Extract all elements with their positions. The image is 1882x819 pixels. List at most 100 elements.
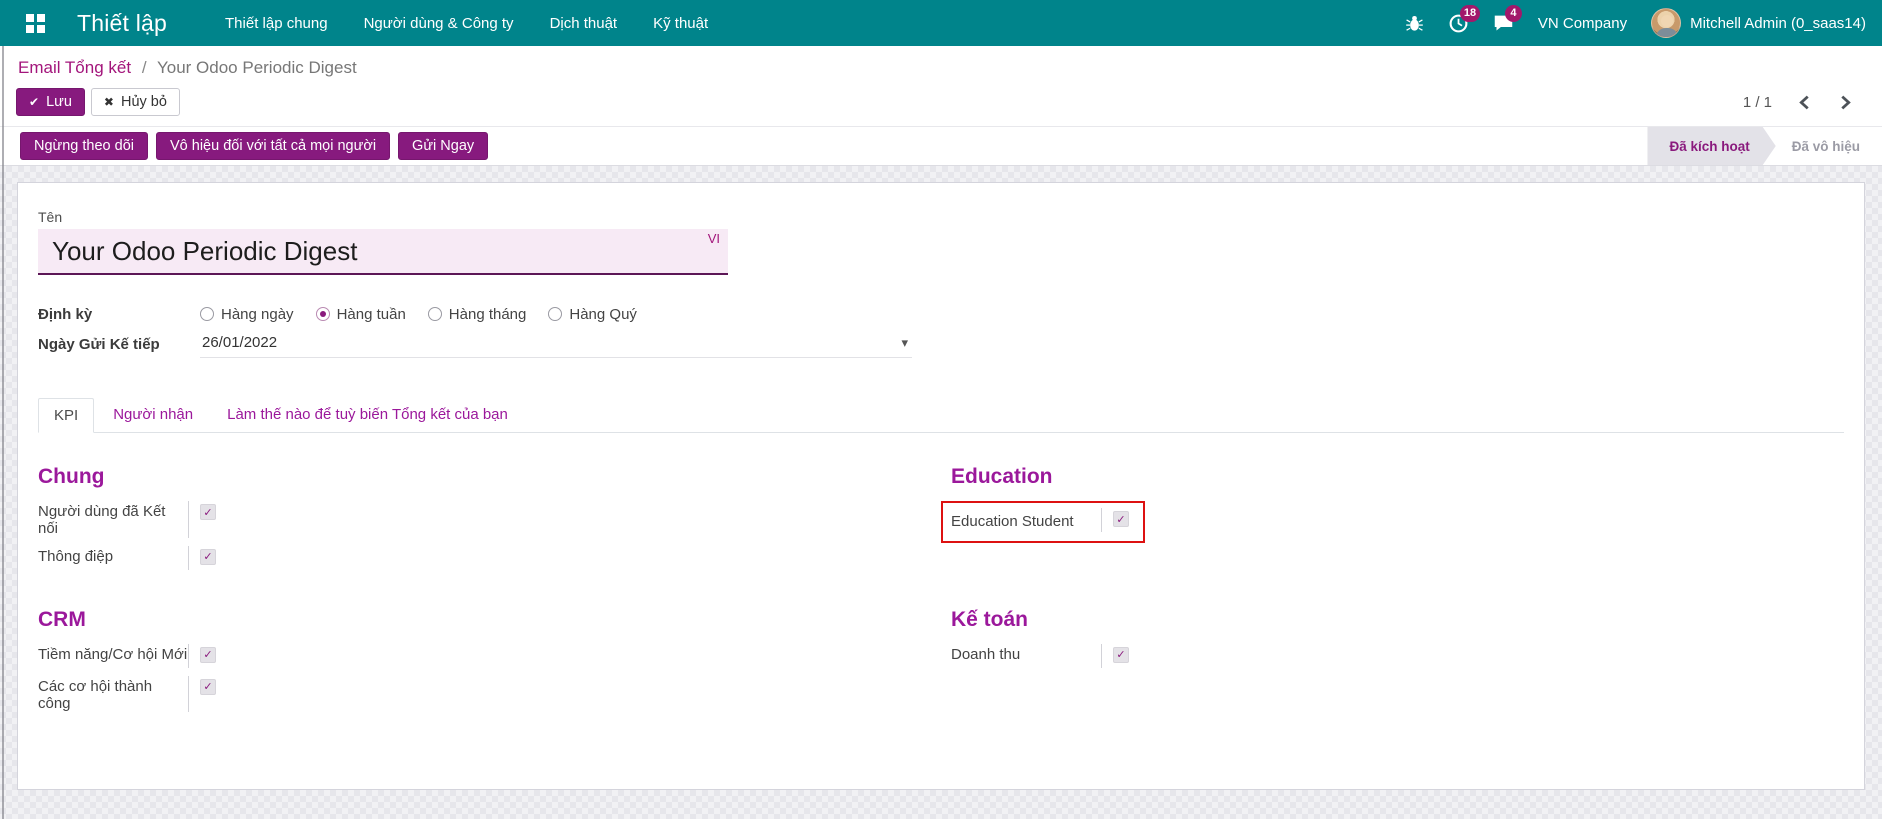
next-send-date-label: Ngày Gửi Kế tiếp [38,336,200,353]
nav-menu-users-companies[interactable]: Người dùng & Công ty [364,15,514,32]
radio-weekly-circle [316,307,330,321]
notebook-tabs: KPI Người nhận Làm thế nào để tuỳ biến T… [38,398,1844,433]
breadcrumb-parent-link[interactable]: Email Tổng kết [18,58,131,77]
radio-weekly-label: Hàng tuần [337,306,406,323]
unfollow-button[interactable]: Ngừng theo dõi [20,132,148,160]
form-sheet: Tên Your Odoo Periodic Digest VI Định kỳ… [17,182,1865,790]
group-item-connected-users: Người dùng đã Kết nối ✓ [38,501,931,538]
tab-kpi-content: Chung Người dùng đã Kết nối ✓ Thông điệp [38,433,1844,720]
field-rows: Định kỳ Hàng ngày Hàng tuần Hàng thán [38,301,1844,358]
periodicity-label: Định kỳ [38,306,200,323]
connected-users-label: Người dùng đã Kết nối [38,501,188,538]
user-name: Mitchell Admin (0_saas14) [1690,15,1866,32]
status-activated[interactable]: Đã kích hoạt [1647,127,1775,165]
group-accounting: Kế toán Doanh thu ✓ [951,608,1844,721]
apps-menu-icon[interactable] [26,14,45,33]
status-deactivated[interactable]: Đã vô hiệu [1776,127,1882,165]
activity-badge: 18 [1460,5,1480,22]
pager-counter: 1 / 1 [1743,94,1772,111]
radio-weekly[interactable]: Hàng tuần [316,306,406,323]
navbar-menus: Thiết lập chung Người dùng & Công ty Dịc… [225,15,708,32]
periodicity-row: Định kỳ Hàng ngày Hàng tuần Hàng thán [38,301,1844,327]
group-item-revenue: Doanh thu ✓ [951,644,1844,668]
radio-quarterly-circle [548,307,562,321]
radio-monthly[interactable]: Hàng tháng [428,306,527,323]
status-widget: Đã kích hoạt Đã vô hiệu [1647,127,1882,165]
group-accounting-title: Kế toán [951,608,1844,632]
tab-recipients[interactable]: Người nhận [98,398,208,432]
control-panel-buttons-row: ✔ Lưu ✖ Hủy bỏ 1 / 1 [16,88,1866,116]
pager-next-icon[interactable] [1839,95,1852,110]
x-icon: ✖ [104,95,114,109]
group-crm: CRM Tiềm năng/Cơ hội Mới ✓ Các cơ hội th… [38,608,931,721]
top-navbar: Thiết lập Thiết lập chung Người dùng & C… [0,0,1882,46]
radio-daily-circle [200,307,214,321]
content-area: Tên Your Odoo Periodic Digest VI Định kỳ… [0,166,1882,819]
user-avatar [1651,8,1681,38]
tab-how-to-customize[interactable]: Làm thế nào để tuỳ biến Tổng kết của bạn [212,398,523,432]
new-leads-checkbox[interactable]: ✓ [200,647,216,663]
date-dropdown-caret-icon[interactable]: ▾ [901,335,908,351]
name-field-label: Tên [38,209,1844,225]
check-icon: ✔ [29,95,39,109]
group-education-title: Education [951,465,1844,489]
messages-badge: 4 [1505,5,1522,22]
discard-button-label: Hủy bỏ [121,94,167,110]
app-title: Thiết lập [77,10,167,37]
group-item-messages: Thông điệp ✓ [38,546,931,570]
user-menu[interactable]: Mitchell Admin (0_saas14) [1651,8,1866,38]
group-general: Chung Người dùng đã Kết nối ✓ Thông điệp [38,465,931,578]
form-statusbar: Ngừng theo dõi Vô hiệu đối với tất cả mọ… [0,126,1882,166]
activity-clock-icon[interactable]: 18 [1448,13,1469,34]
save-button-label: Lưu [46,94,72,110]
group-item-education-student: Education Student ✓ [951,508,1129,532]
group-item-new-leads: Tiềm năng/Cơ hội Mới ✓ [38,644,931,668]
navbar-right: 18 4 VN Company Mitchell Admin (0_saas14… [1405,8,1866,38]
kpi-groups-grid: Chung Người dùng đã Kết nối ✓ Thông điệp [38,465,1844,720]
connected-users-checkbox[interactable]: ✓ [200,504,216,520]
group-general-title: Chung [38,465,931,489]
company-switcher[interactable]: VN Company [1538,15,1627,32]
breadcrumb-separator: / [142,58,147,77]
deactivate-for-everyone-button[interactable]: Vô hiệu đối với tất cả mọi người [156,132,390,160]
discard-button[interactable]: ✖ Hủy bỏ [91,88,180,116]
send-now-button[interactable]: Gửi Ngay [398,132,488,160]
tab-kpi[interactable]: KPI [38,398,94,433]
highlight-box: Education Student ✓ [941,501,1145,543]
periodicity-radio-group: Hàng ngày Hàng tuần Hàng tháng Hàng [200,306,637,323]
action-buttons: Ngừng theo dõi Vô hiệu đối với tất cả mọ… [20,132,488,160]
group-item-opportunities-won: Các cơ hội thành công ✓ [38,676,931,713]
translation-lang-badge[interactable]: VI [708,231,720,246]
radio-quarterly-label: Hàng Quý [569,306,637,323]
messages-checkbox[interactable]: ✓ [200,549,216,565]
revenue-label: Doanh thu [951,644,1101,668]
odoo-settings-page: Thiết lập Thiết lập chung Người dùng & C… [0,0,1882,819]
nav-menu-technical[interactable]: Kỹ thuật [653,15,708,32]
opportunities-won-checkbox[interactable]: ✓ [200,679,216,695]
save-button[interactable]: ✔ Lưu [16,88,85,116]
radio-monthly-label: Hàng tháng [449,306,527,323]
education-student-checkbox[interactable]: ✓ [1113,511,1129,527]
pager-previous-icon[interactable] [1798,95,1811,110]
name-input-value: Your Odoo Periodic Digest [52,236,357,267]
pager: 1 / 1 [1743,94,1866,111]
debug-bug-icon[interactable] [1405,14,1424,33]
new-leads-label: Tiềm năng/Cơ hội Mới [38,644,188,668]
radio-monthly-circle [428,307,442,321]
next-send-date-row: Ngày Gửi Kế tiếp 26/01/2022 ▾ [38,331,1844,358]
messages-label: Thông điệp [38,546,188,570]
radio-quarterly[interactable]: Hàng Quý [548,306,637,323]
next-send-date-input[interactable]: 26/01/2022 ▾ [200,331,912,358]
breadcrumb: Email Tổng kết / Your Odoo Periodic Dige… [18,58,1866,78]
education-student-label: Education Student [951,508,1101,532]
next-send-date-value: 26/01/2022 [202,334,277,351]
nav-menu-translations[interactable]: Dịch thuật [550,15,618,32]
messages-chat-icon[interactable]: 4 [1493,13,1514,34]
nav-menu-general-settings[interactable]: Thiết lập chung [225,15,328,32]
opportunities-won-label: Các cơ hội thành công [38,676,188,713]
name-input[interactable]: Your Odoo Periodic Digest VI [38,229,728,275]
radio-daily[interactable]: Hàng ngày [200,306,294,323]
control-panel: Email Tổng kết / Your Odoo Periodic Dige… [0,46,1882,126]
revenue-checkbox[interactable]: ✓ [1113,647,1129,663]
group-education: Education Education Student ✓ [951,465,1844,578]
